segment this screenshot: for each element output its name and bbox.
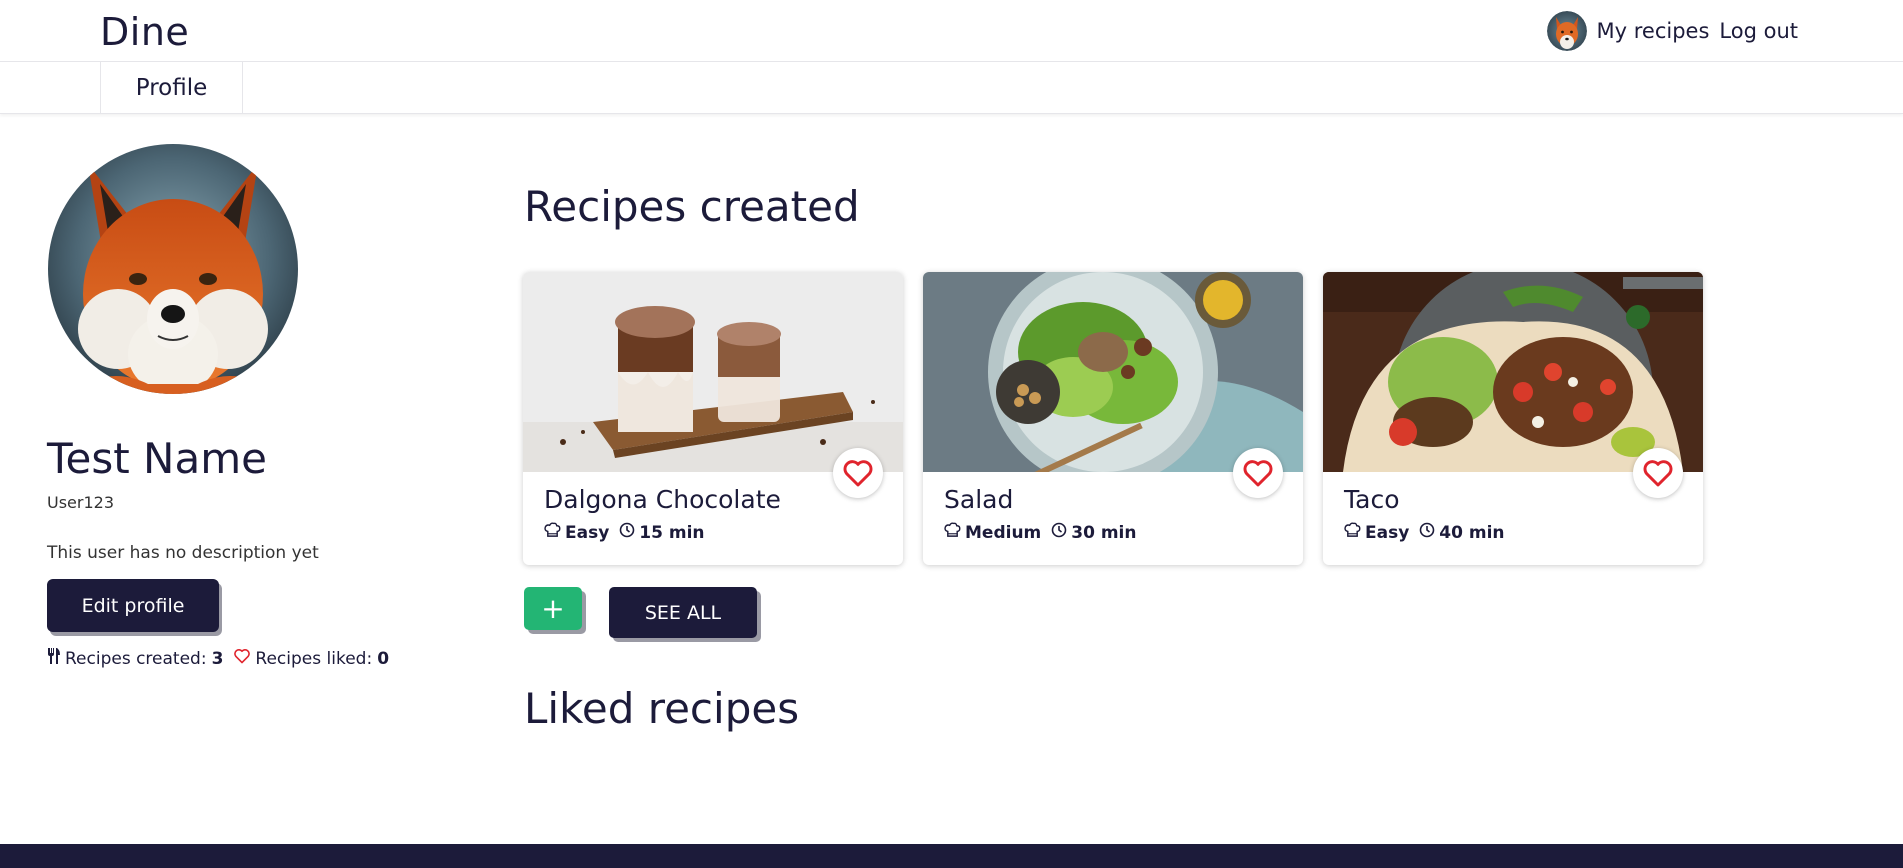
recipe-time: 15 min bbox=[619, 522, 705, 543]
recipes-created-count: 3 bbox=[211, 648, 224, 669]
recipe-time-label: 15 min bbox=[639, 522, 705, 543]
edit-profile-button[interactable]: Edit profile bbox=[47, 579, 219, 632]
recipe-image bbox=[1323, 272, 1703, 472]
heart-icon bbox=[843, 460, 873, 487]
brand-logo[interactable]: Dine bbox=[100, 10, 189, 54]
profile-username: User123 bbox=[47, 493, 115, 512]
heart-icon bbox=[1643, 460, 1673, 487]
recipe-card[interactable]: Dalgona Chocolate Easy 15 min bbox=[523, 272, 903, 565]
recipe-card[interactable]: Taco Easy 40 min bbox=[1323, 272, 1703, 565]
cutlery-icon bbox=[47, 647, 65, 670]
profile-name: Test Name bbox=[47, 434, 267, 483]
liked-recipes-title: Liked recipes bbox=[524, 684, 800, 733]
recipe-difficulty-label: Easy bbox=[565, 522, 610, 543]
recipe-title: Taco bbox=[1344, 485, 1400, 514]
chef-hat-icon bbox=[944, 522, 965, 543]
recipes-liked-count: 0 bbox=[377, 648, 390, 669]
recipe-meta: Medium 30 min bbox=[944, 522, 1137, 543]
recipe-time-label: 30 min bbox=[1071, 522, 1137, 543]
recipe-image bbox=[923, 272, 1303, 472]
profile-description: This user has no description yet bbox=[47, 543, 319, 563]
user-avatar[interactable] bbox=[1546, 11, 1587, 51]
recipe-time: 30 min bbox=[1051, 522, 1137, 543]
nav-right: My recipes Log out bbox=[1546, 11, 1798, 51]
heart-icon bbox=[233, 648, 255, 669]
like-button[interactable] bbox=[1233, 448, 1283, 498]
profile-photo bbox=[48, 144, 298, 394]
recipes-created-label: Recipes created: bbox=[65, 648, 207, 669]
tab-profile[interactable]: Profile bbox=[100, 62, 243, 114]
recipe-difficulty: Easy bbox=[1344, 522, 1409, 543]
clock-icon bbox=[1051, 522, 1071, 543]
top-navbar: Dine My recipes Log out bbox=[0, 0, 1903, 62]
recipes-created-title: Recipes created bbox=[524, 182, 860, 231]
recipe-time: 40 min bbox=[1419, 522, 1505, 543]
add-recipe-button[interactable]: + bbox=[524, 587, 582, 630]
recipe-difficulty-label: Easy bbox=[1365, 522, 1410, 543]
like-button[interactable] bbox=[1633, 448, 1683, 498]
recipe-title: Dalgona Chocolate bbox=[544, 485, 781, 514]
footer bbox=[0, 844, 1903, 868]
recipes-liked-label: Recipes liked: bbox=[255, 648, 373, 669]
recipe-meta: Easy 15 min bbox=[544, 522, 705, 543]
recipes-liked-stat: Recipes liked: 0 bbox=[233, 648, 389, 669]
recipes-created-stat: Recipes created: 3 bbox=[47, 647, 223, 670]
chef-hat-icon bbox=[1344, 522, 1365, 543]
profile-stats: Recipes created: 3 Recipes liked: 0 bbox=[47, 647, 389, 670]
recipe-card-list: Dalgona Chocolate Easy 15 min Salad Medi… bbox=[523, 272, 1703, 565]
recipe-card[interactable]: Salad Medium 30 min bbox=[923, 272, 1303, 565]
recipe-time-label: 40 min bbox=[1439, 522, 1505, 543]
tab-bar: Profile bbox=[0, 62, 1903, 114]
recipe-difficulty-label: Medium bbox=[965, 522, 1042, 543]
like-button[interactable] bbox=[833, 448, 883, 498]
my-recipes-link[interactable]: My recipes bbox=[1597, 19, 1710, 43]
clock-icon bbox=[1419, 522, 1439, 543]
heart-icon bbox=[1243, 460, 1273, 487]
recipe-title: Salad bbox=[944, 485, 1014, 514]
log-out-link[interactable]: Log out bbox=[1719, 19, 1798, 43]
see-all-button[interactable]: SEE ALL bbox=[609, 587, 757, 638]
recipe-image bbox=[523, 272, 903, 472]
recipe-difficulty: Medium bbox=[944, 522, 1041, 543]
chef-hat-icon bbox=[544, 522, 565, 543]
clock-icon bbox=[619, 522, 639, 543]
recipe-difficulty: Easy bbox=[544, 522, 609, 543]
recipe-meta: Easy 40 min bbox=[1344, 522, 1505, 543]
